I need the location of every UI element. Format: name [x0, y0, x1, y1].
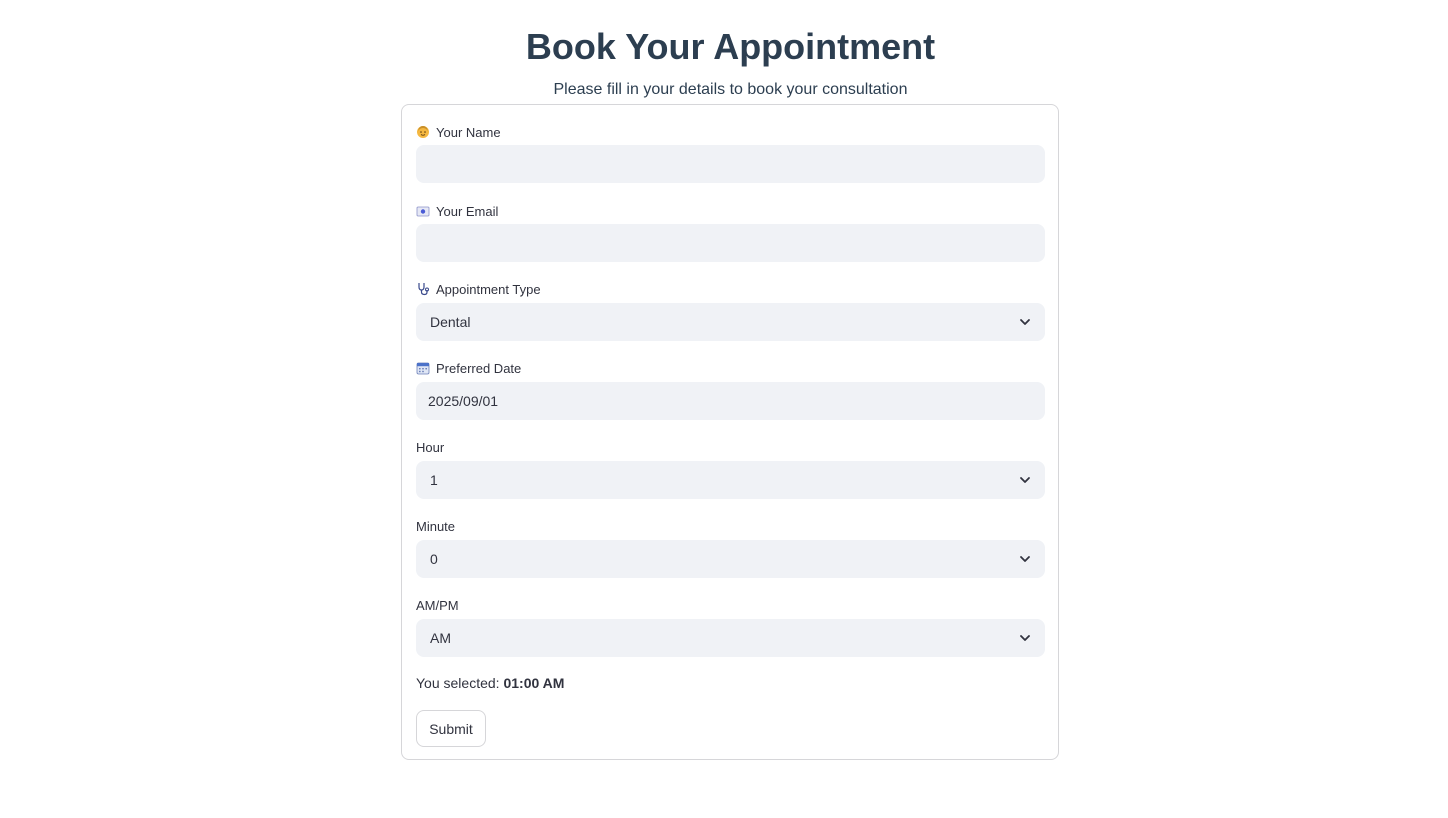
appointment-form: Your Name Your Email Appointment Type De… [401, 104, 1059, 760]
stethoscope-icon [416, 282, 430, 296]
email-input-box [416, 224, 1045, 262]
preferred-date-value: 2025/09/01 [428, 393, 499, 409]
minute-select[interactable]: 0 [416, 540, 1045, 578]
email-label-text: Your Email [436, 203, 499, 219]
minute-label-text: Minute [416, 518, 456, 534]
preferred-date-input[interactable]: 2025/09/01 [416, 382, 1045, 420]
hour-select[interactable]: 1 [416, 461, 1045, 499]
ampm-value: AM [430, 630, 451, 646]
appointment-type-label: Appointment Type [416, 280, 541, 298]
minute-value: 0 [430, 551, 438, 567]
name-label-text: Your Name [436, 124, 501, 140]
ampm-select[interactable]: AM [416, 619, 1045, 657]
chevron-down-icon [1020, 635, 1030, 641]
page-title: Book Your Appointment [525, 26, 936, 67]
chevron-down-icon [1020, 477, 1030, 483]
name-input[interactable] [416, 145, 1045, 183]
name-label: Your Name [416, 123, 501, 141]
submit-button[interactable]: Submit [416, 710, 486, 747]
ampm-label-text: AM/PM [416, 597, 459, 613]
appointment-type-select[interactable]: Dental [416, 303, 1045, 341]
email-card-icon [416, 204, 430, 218]
calendar-icon [416, 361, 430, 375]
minute-label: Minute [416, 517, 455, 535]
hour-label-text: Hour [416, 439, 445, 455]
page-subtitle: Please fill in your details to book your… [553, 81, 908, 98]
page: Book Your Appointment Please fill in you… [0, 0, 1448, 818]
selected-time-text: You selected: 01:00 AM [416, 675, 564, 691]
hour-label: Hour [416, 438, 444, 456]
email-label: Your Email [416, 202, 498, 220]
selected-time-value: 01:00 AM [503, 675, 565, 691]
chevron-down-icon [1020, 556, 1030, 562]
hour-value: 1 [430, 472, 438, 488]
preferred-date-label: Preferred Date [416, 359, 521, 377]
selected-time-prefix: You selected: [416, 675, 500, 691]
chevron-down-icon [1020, 319, 1030, 325]
person-icon [416, 125, 430, 139]
ampm-label: AM/PM [416, 596, 459, 614]
preferred-date-label-text: Preferred Date [436, 360, 522, 376]
email-input[interactable] [416, 224, 1045, 262]
appointment-type-value: Dental [430, 314, 471, 330]
appointment-type-label-text: Appointment Type [436, 281, 541, 297]
name-input-box [416, 145, 1045, 183]
